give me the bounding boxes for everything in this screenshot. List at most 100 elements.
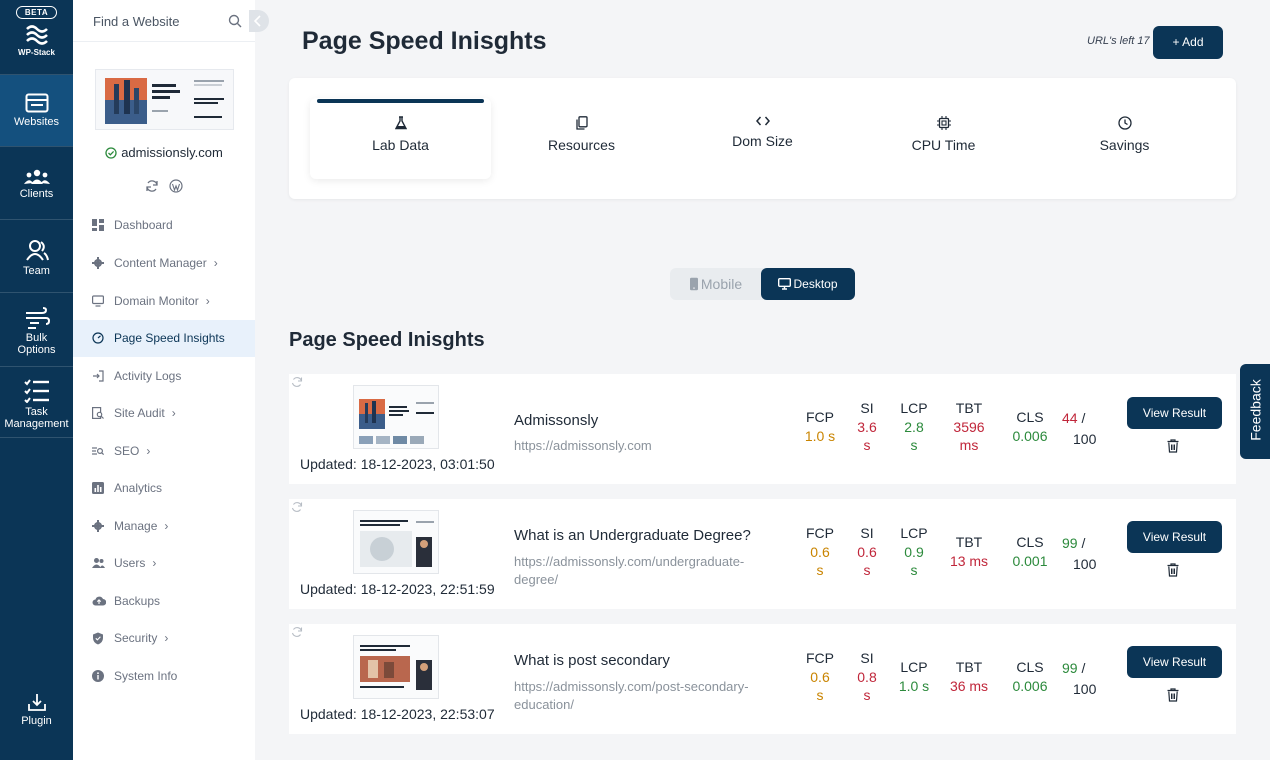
page-screenshot-thumbnail — [353, 635, 439, 699]
nav-seo[interactable]: SEO › — [73, 433, 255, 469]
page-url-link[interactable]: https://admissonsly.com/undergraduate-de… — [514, 553, 769, 589]
refresh-icon[interactable] — [291, 376, 303, 388]
users-icon — [92, 558, 105, 568]
score-max: 100 — [1073, 556, 1097, 572]
metric-fcp: FCP 1.0 s — [795, 408, 845, 445]
brand[interactable]: BETA WP-Stack — [0, 0, 73, 74]
rail-item-team[interactable]: Team — [0, 220, 73, 292]
trash-icon[interactable] — [1167, 439, 1179, 453]
beta-badge: BETA — [15, 6, 58, 19]
nav-label: Users › — [114, 556, 157, 570]
speedometer-icon — [92, 332, 104, 344]
metric-value: 3.6 s — [857, 419, 877, 453]
rail-item-websites[interactable]: Websites — [0, 75, 73, 146]
nav-backups[interactable]: Backups — [73, 583, 255, 619]
refresh-icon[interactable] — [291, 626, 303, 638]
wordpress-icon[interactable] — [169, 179, 184, 193]
metric-tbt: TBT 36 ms — [944, 658, 994, 695]
seo-icon — [92, 447, 104, 456]
rail-item-bulk-options[interactable]: Bulk Options — [0, 293, 73, 366]
metric-tbt: TBT 13 ms — [944, 533, 994, 570]
view-result-button[interactable]: View Result — [1127, 646, 1222, 678]
nav-analytics[interactable]: Analytics — [73, 470, 255, 506]
page-url-link[interactable]: https://admissonsly.com/post-secondary-e… — [514, 678, 769, 714]
nav-label: Security › — [114, 631, 169, 645]
score-value: 99 — [1062, 660, 1078, 676]
nav-activity-logs[interactable]: Activity Logs — [73, 358, 255, 394]
copy-icon — [575, 116, 588, 130]
tab-dom-size[interactable]: Dom Size — [672, 98, 853, 179]
nav-label: Domain Monitor › — [114, 294, 210, 308]
page-screenshot-thumbnail — [353, 385, 439, 449]
metric-tbt: TBT 3596 ms — [944, 399, 994, 454]
rail-item-plugin[interactable]: Plugin — [0, 692, 73, 740]
nav-content-manager[interactable]: Content Manager › — [73, 245, 255, 281]
rail-item-clients[interactable]: Clients — [0, 147, 73, 219]
tab-label: Savings — [1099, 137, 1150, 153]
desktop-option[interactable]: Desktop — [761, 268, 855, 300]
feedback-tab[interactable]: Feedback — [1240, 364, 1270, 459]
nav-dashboard[interactable]: Dashboard — [73, 207, 255, 243]
audit-icon — [92, 407, 104, 419]
view-result-button[interactable]: View Result — [1127, 397, 1222, 429]
flask-icon — [394, 116, 407, 130]
cpu-icon — [936, 116, 951, 130]
trash-icon[interactable] — [1167, 688, 1179, 702]
chevron-right-icon: › — [171, 406, 176, 420]
chevron-right-icon: › — [164, 519, 169, 533]
page-url-link[interactable]: https://admissonsly.com — [514, 437, 769, 455]
metric-value: 0.6 s — [810, 669, 830, 703]
nav-users[interactable]: Users › — [73, 545, 255, 581]
nav-page-speed-insights[interactable]: Page Speed Insights — [73, 320, 255, 357]
result-row: Updated: 18-12-2023, 03:01:50 Admissonsl… — [289, 374, 1236, 484]
nav-domain-monitor[interactable]: Domain Monitor › — [73, 283, 255, 319]
clients-icon — [23, 169, 50, 184]
metric-cls: CLS 0.001 — [1005, 533, 1055, 570]
add-url-button[interactable]: + Add — [1153, 26, 1223, 59]
metric-value: 0.006 — [1012, 428, 1048, 444]
site-sidebar: Find a Website admissionsly.com Dashboar… — [73, 0, 255, 760]
page-title-link[interactable]: Admissonsly — [514, 412, 598, 429]
nav-site-audit[interactable]: Site Audit › — [73, 395, 255, 431]
refresh-icon[interactable] — [291, 501, 303, 513]
tab-lab-data[interactable]: Lab Data — [310, 98, 491, 179]
nav-system-info[interactable]: System Info — [73, 658, 255, 694]
sidebar-collapse-button[interactable] — [249, 10, 269, 32]
nav-security[interactable]: Security › — [73, 620, 255, 656]
view-result-button[interactable]: View Result — [1127, 521, 1222, 553]
updated-timestamp: Updated: 18-12-2023, 22:53:07 — [300, 706, 495, 722]
site-preview-thumbnail — [95, 69, 234, 130]
tab-savings[interactable]: Savings — [1034, 98, 1215, 179]
page-title-link[interactable]: What is post secondary — [514, 652, 670, 669]
chevron-left-icon — [253, 15, 261, 27]
score-value: 44 — [1062, 410, 1078, 426]
metric-value: 1.0 s — [804, 428, 836, 444]
app-rail: BETA WP-Stack Websites Clients Team Bulk… — [0, 0, 73, 760]
monitor-icon — [92, 295, 104, 307]
updated-timestamp: Updated: 18-12-2023, 22:51:59 — [300, 581, 495, 597]
task-icon — [23, 379, 49, 403]
refresh-icon[interactable] — [145, 179, 159, 193]
tab-label: Dom Size — [732, 133, 793, 149]
metric-value: 13 ms — [949, 553, 989, 569]
mobile-option[interactable]: Mobile — [670, 268, 761, 300]
tab-resources[interactable]: Resources — [491, 98, 672, 179]
site-name[interactable]: admissionsly.com — [73, 145, 255, 160]
website-search[interactable]: Find a Website — [73, 0, 255, 42]
nav-manage[interactable]: Manage › — [73, 508, 255, 544]
page-screenshot-thumbnail — [353, 510, 439, 574]
tab-cpu-time[interactable]: CPU Time — [853, 98, 1034, 179]
rail-item-label: Websites — [13, 116, 60, 128]
rail-item-task-management[interactable]: Task Management — [0, 367, 73, 437]
metric-lcp: LCP 1.0 s — [889, 658, 939, 695]
metric-value: 3596 ms — [953, 419, 985, 453]
score-max: 100 — [1073, 681, 1097, 697]
nav-label: Content Manager › — [114, 256, 218, 270]
search-icon[interactable] — [228, 14, 242, 28]
metric-value: 0.9 s — [904, 544, 924, 578]
page-title-link[interactable]: What is an Undergraduate Degree? — [514, 527, 751, 544]
device-toggle: Mobile Desktop — [670, 268, 855, 300]
score-max: 100 — [1073, 431, 1097, 447]
gear-icon — [92, 520, 104, 532]
trash-icon[interactable] — [1167, 563, 1179, 577]
